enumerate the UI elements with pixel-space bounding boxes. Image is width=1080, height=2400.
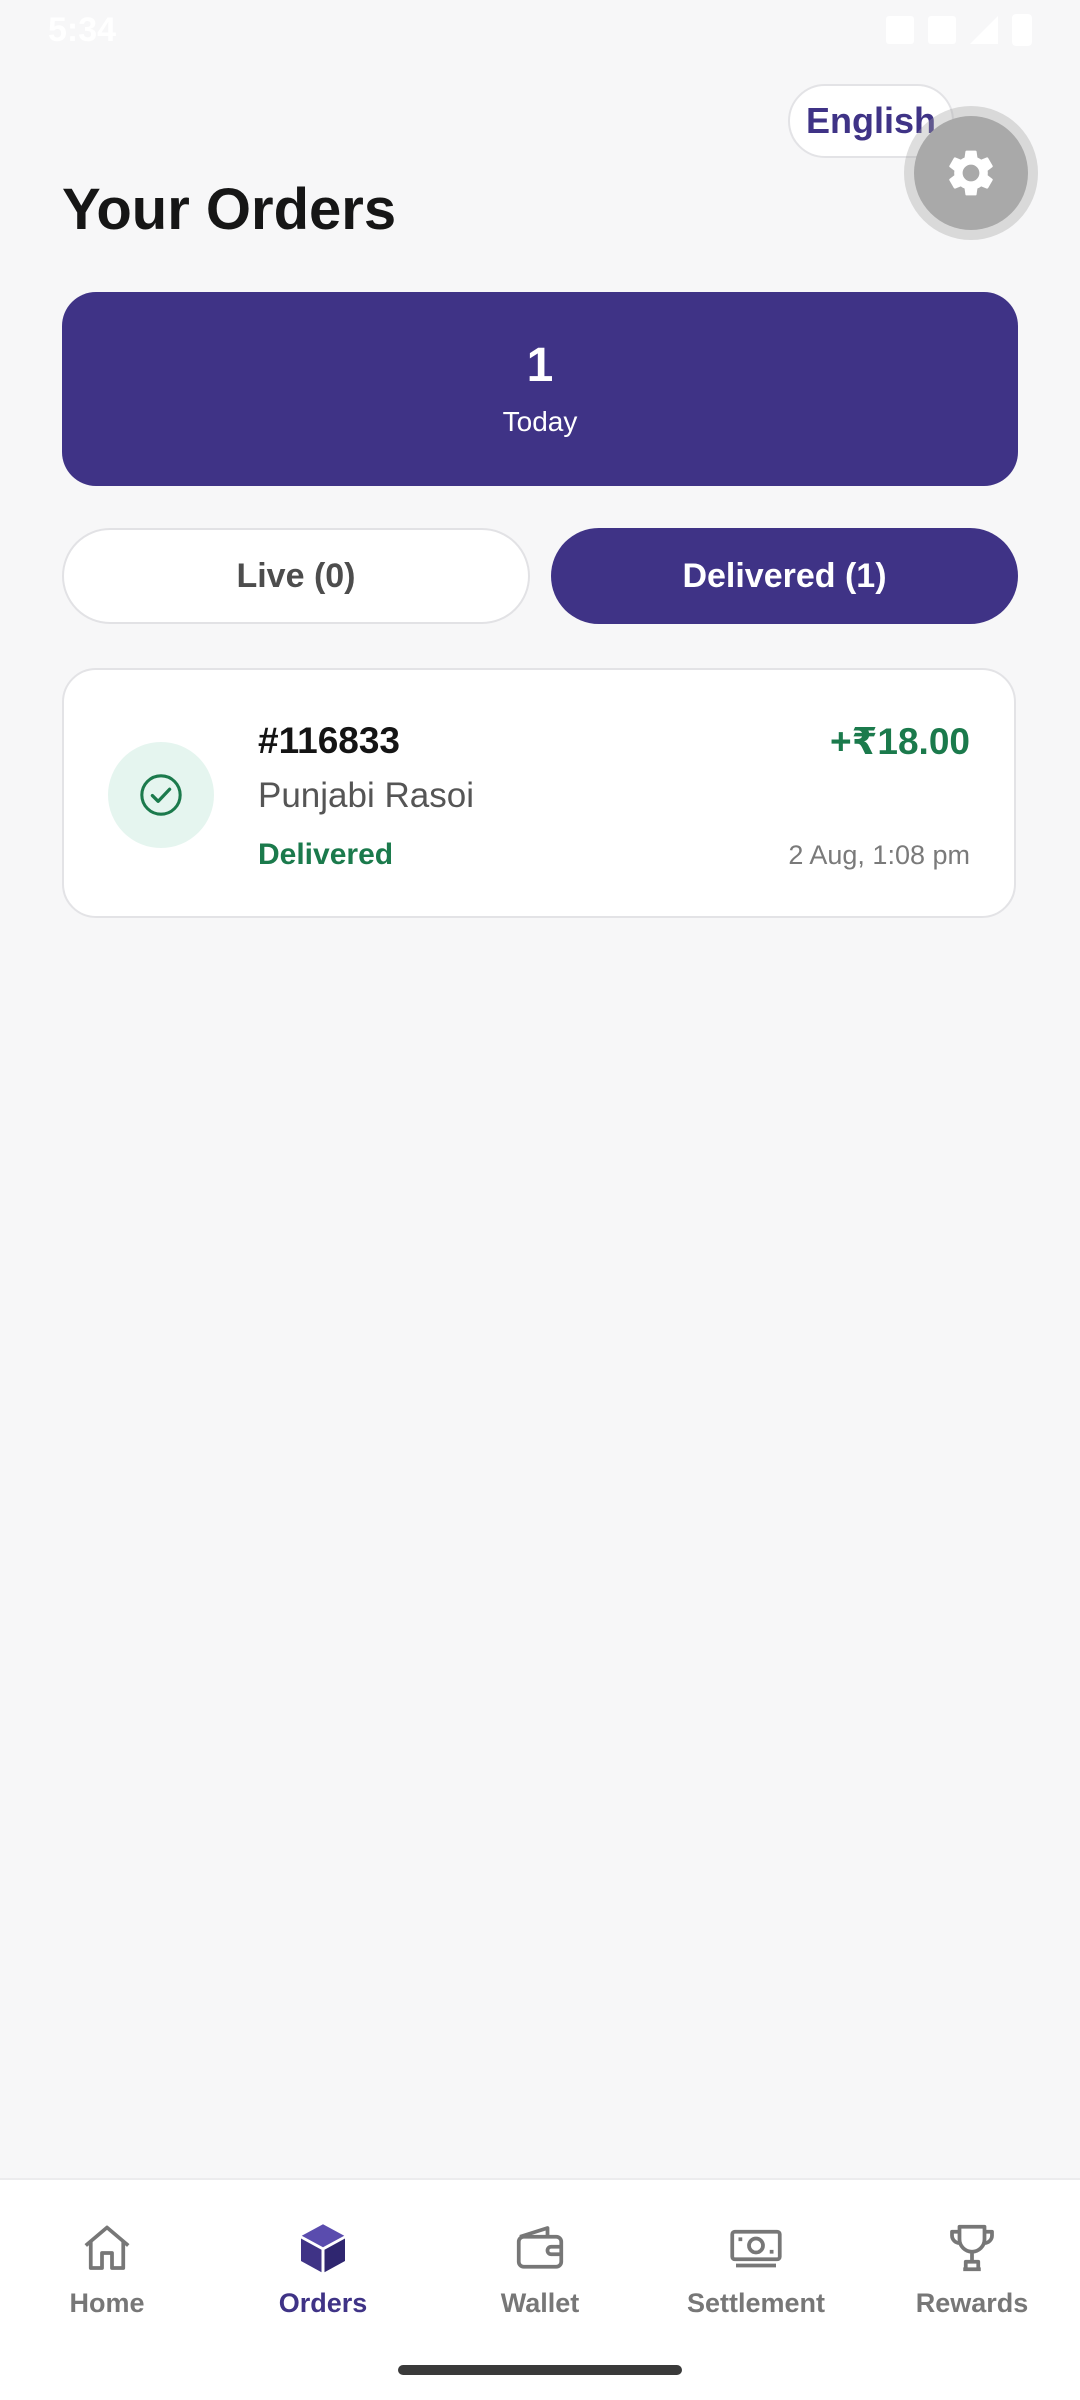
nav-label-wallet: Wallet	[500, 2288, 580, 2318]
gear-icon	[949, 150, 993, 196]
order-card[interactable]: #116833 +₹18.00 Punjabi Rasoi Delivered …	[62, 668, 1016, 918]
notification-icon	[886, 16, 914, 44]
signal-icon	[970, 16, 998, 44]
orders-screen: 5:34 English Your Orders 1 Today Live (0…	[0, 0, 1080, 2400]
status-time: 5:34	[48, 10, 117, 49]
wallet-icon	[516, 2226, 564, 2269]
tab-live[interactable]: Live (0)	[62, 528, 530, 624]
order-time: 2 Aug, 1:08 pm	[788, 840, 970, 870]
status-icons	[886, 14, 1032, 46]
home-indicator	[398, 2365, 682, 2375]
nav-label-home: Home	[69, 2288, 145, 2318]
tab-delivered[interactable]: Delivered (1)	[551, 528, 1018, 624]
battery-icon	[1012, 14, 1032, 46]
settings-button-inner	[914, 116, 1028, 230]
nav-label-orders: Orders	[278, 2288, 368, 2318]
order-status: Delivered	[258, 838, 394, 871]
check-circle-icon	[140, 774, 182, 816]
wifi-icon	[928, 16, 956, 44]
order-id: #116833	[258, 720, 401, 761]
order-amount: +₹18.00	[830, 721, 970, 762]
home-icon	[84, 2225, 130, 2270]
today-summary-card: 1 Today	[62, 292, 1018, 486]
nav-item-wallet[interactable]: Wallet	[450, 2218, 630, 2319]
order-status-icon-bg	[108, 742, 214, 848]
cash-icon	[730, 2229, 782, 2268]
status-bar: 5:34	[0, 0, 1080, 60]
nav-item-rewards[interactable]: Rewards	[882, 2218, 1062, 2319]
box-icon	[301, 2224, 345, 2273]
nav-item-settlement[interactable]: Settlement	[666, 2218, 846, 2319]
nav-item-home[interactable]: Home	[17, 2218, 197, 2319]
page-title: Your Orders	[62, 177, 397, 242]
today-label: Today	[502, 406, 578, 438]
order-restaurant: Punjabi Rasoi	[258, 776, 474, 815]
settings-button[interactable]	[904, 106, 1038, 240]
trophy-icon	[950, 2224, 994, 2272]
nav-label-settlement: Settlement	[686, 2288, 826, 2318]
today-order-count: 1	[526, 338, 554, 392]
nav-item-orders[interactable]: Orders	[233, 2218, 413, 2319]
nav-label-rewards: Rewards	[915, 2288, 1029, 2318]
